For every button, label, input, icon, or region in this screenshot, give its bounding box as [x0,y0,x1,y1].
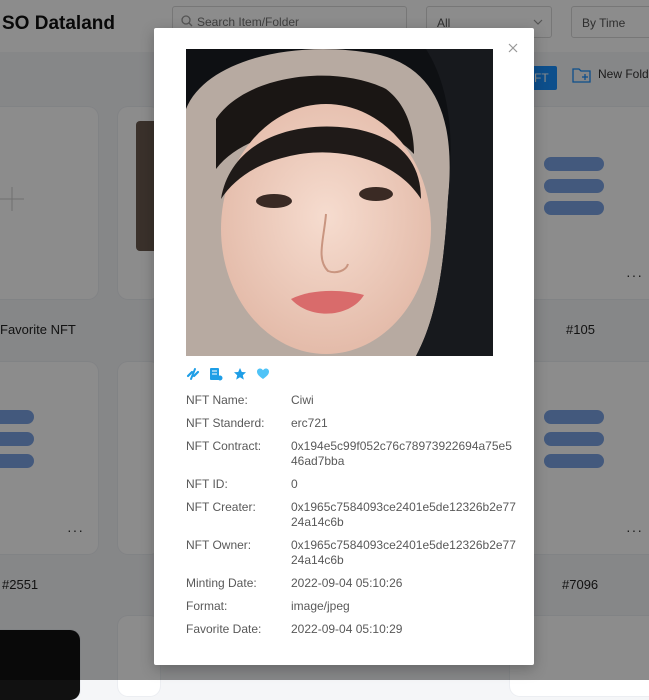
info-row-id: NFT ID: 0 [186,477,516,492]
field-value: 0x1965c7584093ce2401e5de12326b2e7724a14c… [291,538,516,567]
field-value: 0x194e5c99f052c76c78973922694a75e546ad7b… [291,439,512,468]
nft-info: NFT Name: Ciwi NFT Standerd: erc721 NFT Co… [186,393,516,645]
field-label: NFT Name: [186,393,248,407]
field-value: 0x1965c7584093ce2401e5de12326b2e7724a14c… [291,500,516,529]
field-label: Minting Date: [186,576,257,590]
nft-detail-modal: NFT Name: Ciwi NFT Standerd: erc721 NFT Co… [154,28,534,665]
field-label: NFT Contract: [186,439,262,453]
info-row-favorite-date: Favorite Date: 2022-09-04 05:10:29 [186,622,516,637]
field-value: erc721 [291,416,328,430]
close-icon[interactable] [506,41,520,55]
field-label: NFT ID: [186,477,228,491]
field-label: NFT Creater: [186,500,256,514]
field-value: 0 [291,477,298,491]
portrait-illustration [186,49,493,356]
info-row-owner: NFT Owner: 0x1965c7584093ce2401e5de12326b… [186,538,516,568]
star-icon [233,367,247,386]
field-label: Favorite Date: [186,622,262,636]
field-label: Format: [186,599,228,613]
nft-image [186,49,493,356]
certificate-icon [209,367,223,386]
field-value: 2022-09-04 05:10:29 [291,622,403,636]
link-icon [186,367,200,386]
field-value: Ciwi [291,393,314,407]
info-row-name: NFT Name: Ciwi [186,393,516,408]
nft-badges [186,367,275,383]
info-row-creator: NFT Creater: 0x1965c7584093ce2401e5de1232… [186,500,516,530]
field-value: 2022-09-04 05:10:26 [291,576,403,590]
field-value: image/jpeg [291,599,350,613]
field-label: NFT Standerd: [186,416,265,430]
field-label: NFT Owner: [186,538,252,552]
info-row-standard: NFT Standerd: erc721 [186,416,516,431]
heart-icon [256,367,270,386]
info-row-format: Format: image/jpeg [186,599,516,614]
info-row-contract: NFT Contract: 0x194e5c99f052c76c789739226… [186,439,516,469]
info-row-minting-date: Minting Date: 2022-09-04 05:10:26 [186,576,516,591]
